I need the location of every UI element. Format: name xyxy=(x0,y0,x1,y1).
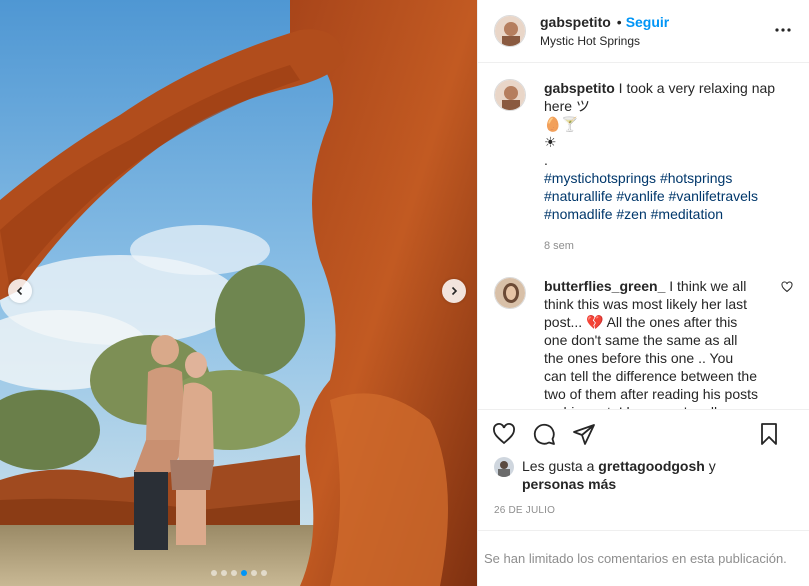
carousel-dot xyxy=(260,570,267,576)
small-heart-icon[interactable] xyxy=(781,281,793,296)
chevron-left-icon xyxy=(15,284,25,299)
caption-text: . xyxy=(544,152,548,168)
caption-emoji: ☀ xyxy=(544,134,557,150)
liker-avatar[interactable] xyxy=(494,457,514,477)
liker-username[interactable]: grettagoodgosh xyxy=(598,458,705,474)
instagram-post: gabspetito • Seguir Mystic Hot Springs g… xyxy=(0,0,809,586)
hashtag-link[interactable]: #mystichotsprings xyxy=(544,170,656,186)
share-icon[interactable] xyxy=(572,422,596,446)
separator-dot: • xyxy=(616,14,622,30)
hashtag-link[interactable]: #hotsprings xyxy=(660,170,732,186)
caption-text: I took a very relaxing nap xyxy=(618,80,776,96)
caption-avatar[interactable] xyxy=(494,79,526,111)
caption-username[interactable]: gabspetito xyxy=(544,80,615,96)
action-bar xyxy=(478,409,809,457)
post-header: gabspetito • Seguir Mystic Hot Springs xyxy=(478,0,809,63)
carousel-dot xyxy=(220,570,227,576)
likes-conjunction: y xyxy=(708,458,716,474)
carousel-dot xyxy=(240,570,247,576)
likes-others-link[interactable]: personas más xyxy=(522,476,616,492)
hashtag-link[interactable]: #meditation xyxy=(651,206,723,222)
follow-button[interactable]: Seguir xyxy=(626,14,670,30)
photo-scene xyxy=(0,0,477,586)
chevron-right-icon xyxy=(449,284,459,299)
comments-section: gabspetito I took a very relaxing nap he… xyxy=(478,63,809,409)
comment-text: I think we all think this was most likel… xyxy=(544,278,758,409)
caption-text: here ツ xyxy=(544,98,590,114)
comments-limited-notice: Se han limitado los comentarios en esta … xyxy=(478,530,809,586)
hashtag-link[interactable]: #vanlife xyxy=(616,188,664,204)
post-date[interactable]: 26 DE JULIO xyxy=(478,493,809,516)
caption: gabspetito I took a very relaxing nap he… xyxy=(494,79,793,255)
hashtag-link[interactable]: #zen xyxy=(616,206,646,222)
carousel-dot xyxy=(250,570,257,576)
comment-icon[interactable] xyxy=(532,422,556,446)
heart-icon[interactable] xyxy=(492,422,516,446)
bookmark-icon[interactable] xyxy=(757,422,781,446)
hashtag-link[interactable]: #nomadlife xyxy=(544,206,613,222)
post-sidebar: gabspetito • Seguir Mystic Hot Springs g… xyxy=(477,0,809,586)
carousel-dot xyxy=(210,570,217,576)
caption-emoji: 🥚🍸 xyxy=(544,116,579,132)
carousel-dot xyxy=(230,570,237,576)
author-avatar[interactable] xyxy=(494,15,526,47)
commenter-avatar[interactable] xyxy=(494,277,526,309)
location-link[interactable]: Mystic Hot Springs xyxy=(540,34,669,48)
hashtag-link[interactable]: #naturallife xyxy=(544,188,613,204)
author-username[interactable]: gabspetito xyxy=(540,14,611,30)
caption-age[interactable]: 8 sem xyxy=(544,237,784,255)
hashtag-link[interactable]: #vanlifetravels xyxy=(669,188,759,204)
carousel-indicator xyxy=(0,570,477,576)
carousel-prev-button[interactable] xyxy=(8,279,32,303)
likes-prefix: Les gusta a xyxy=(522,458,595,474)
likes-summary: Les gusta a grettagoodgosh y personas má… xyxy=(478,457,809,493)
comment-row: butterflies_green_ I think we all think … xyxy=(494,277,793,409)
commenter-username[interactable]: butterflies_green_ xyxy=(544,278,665,294)
post-photo[interactable] xyxy=(0,0,477,586)
more-options-icon[interactable] xyxy=(771,18,795,45)
carousel-next-button[interactable] xyxy=(442,279,466,303)
